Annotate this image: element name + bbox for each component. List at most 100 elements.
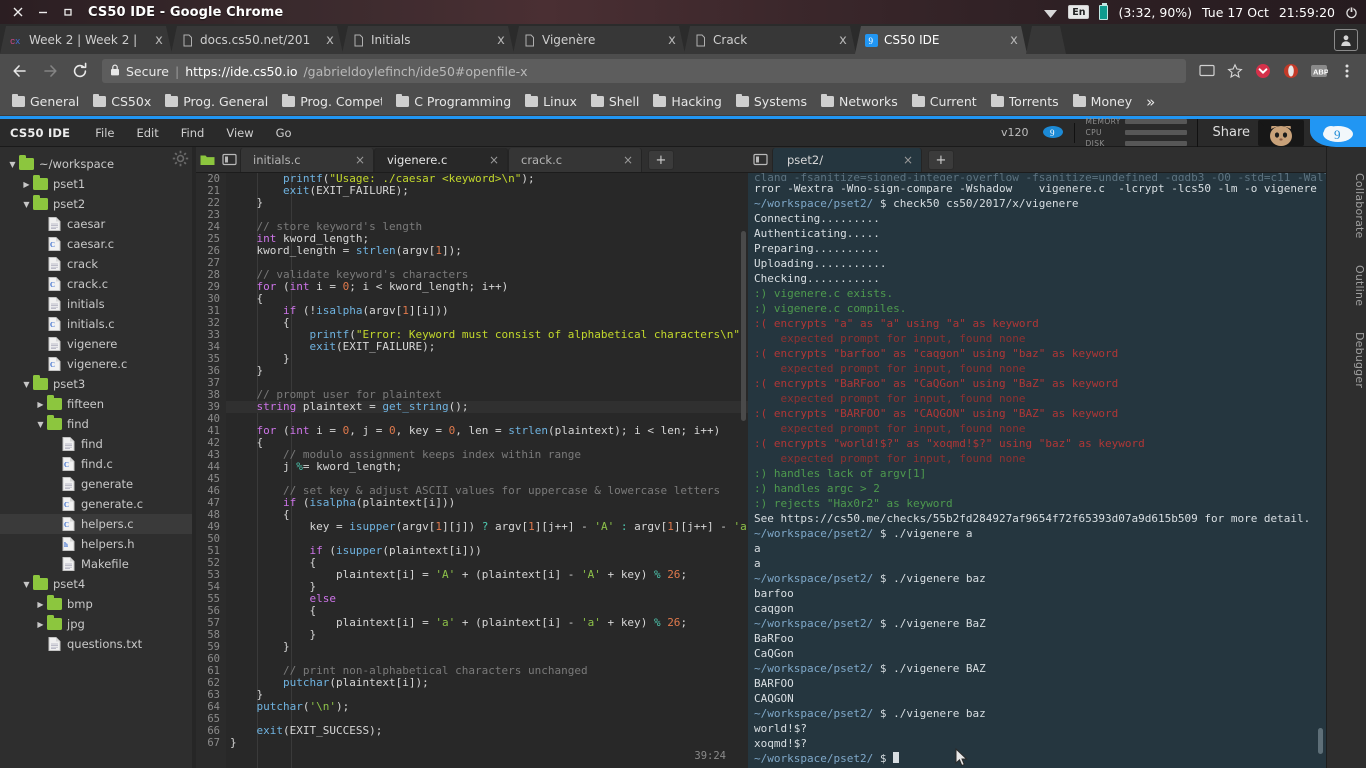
bookmark-item[interactable]: Hacking [647, 91, 728, 112]
browser-tab[interactable]: Initials x [342, 26, 514, 54]
file-tree-item[interactable]: caesar [0, 214, 196, 234]
profile-avatar-button[interactable] [1334, 29, 1358, 51]
bookmark-item[interactable]: Torrents [985, 91, 1065, 112]
power-icon[interactable] [1345, 6, 1358, 19]
file-tree-item[interactable]: Cfind.c [0, 454, 196, 474]
address-bar[interactable]: Secure | https://ide.cs50.io/gabrieldoyl… [102, 59, 1186, 83]
file-tree-item[interactable]: Ccaesar.c [0, 234, 196, 254]
bookmark-item[interactable]: Current [906, 91, 983, 112]
code-line[interactable]: string plaintext = get_string(); [226, 401, 748, 413]
code-line[interactable]: exit(EXIT_FAILURE); [226, 341, 748, 353]
chevron-right-icon[interactable]: ▶ [20, 180, 33, 189]
file-tree-item[interactable]: Cinitials.c [0, 314, 196, 334]
code-line[interactable]: } [226, 353, 748, 365]
bookmark-item[interactable]: C Programming [390, 91, 517, 112]
code-line[interactable]: if (isalpha(plaintext[i])) [226, 497, 748, 509]
file-tree-item[interactable]: Cgenerate.c [0, 494, 196, 514]
rail-item-collaborate[interactable]: Collaborate [1327, 161, 1366, 239]
menu-go[interactable]: Go [265, 122, 303, 144]
c9-cloud-badge-icon[interactable]: 9 [1310, 118, 1366, 147]
browser-tab-active[interactable]: 9 CS50 IDE x [855, 26, 1027, 54]
file-tree-item[interactable]: ▼ pset3 [0, 374, 196, 394]
code-line[interactable]: if (!isalpha(argv[1][i])) [226, 305, 748, 317]
file-tree-item[interactable]: ▼ pset4 [0, 574, 196, 594]
code-line[interactable]: kword_length = strlen(argv[1]); [226, 245, 748, 257]
maximize-window-icon[interactable] [62, 6, 74, 18]
bookmark-item[interactable]: Linux [519, 91, 583, 112]
editor-tab-crack-c[interactable]: crack.c × [508, 148, 642, 172]
code-line[interactable]: for (int i = 0; i < kword_length; i++) [226, 281, 748, 293]
language-indicator[interactable]: En [1068, 5, 1090, 19]
folder-icon[interactable] [196, 146, 218, 172]
file-tree-item[interactable]: Ccrack.c [0, 274, 196, 294]
bookmark-item[interactable]: Prog. Competiti [276, 91, 388, 112]
code-area[interactable]: 20 21 22 23 24 25 26 27 28 29 30 31 32 33 34 35 36 37 38 39… [196, 173, 748, 768]
editor-tab-vigenere-c[interactable]: vigenere.c × [374, 148, 508, 172]
browser-tab[interactable]: docs.cs50.net/201 x [171, 26, 343, 54]
browser-tab-close-icon[interactable]: x [1007, 34, 1021, 47]
browser-tab-close-icon[interactable]: x [836, 34, 850, 47]
terminal-new-tab-button[interactable]: + [928, 150, 954, 170]
star-icon[interactable] [1222, 58, 1248, 84]
file-tree-item[interactable]: ▼ pset2 [0, 194, 196, 214]
bookmark-item[interactable]: Shell [585, 91, 646, 112]
file-tree-item[interactable]: find [0, 434, 196, 454]
extension-pocket-icon[interactable] [1250, 58, 1276, 84]
cat-avatar-icon[interactable] [1258, 119, 1304, 146]
bookmark-item[interactable]: CS50x [87, 91, 157, 112]
minimize-window-icon[interactable] [37, 6, 49, 18]
browser-tab[interactable]: cx Week 2 | Week 2 | x [0, 26, 172, 54]
file-tree-item[interactable]: ▼ ~/workspace [0, 154, 196, 174]
terminal-scrollbar[interactable] [1318, 728, 1323, 754]
cast-icon[interactable] [1194, 58, 1220, 84]
share-button[interactable]: Share [1212, 125, 1250, 140]
file-tree-item[interactable]: generate [0, 474, 196, 494]
chevron-right-icon[interactable]: ▶ [34, 620, 47, 629]
file-tree-item[interactable]: initials [0, 294, 196, 314]
file-tree-item[interactable]: h helpers.h [0, 534, 196, 554]
file-tree-item[interactable]: crack [0, 254, 196, 274]
menu-file[interactable]: File [84, 122, 125, 144]
bookmarks-overflow-button[interactable]: » [1140, 93, 1161, 111]
close-window-icon[interactable] [12, 6, 24, 18]
code-line[interactable]: exit(EXIT_SUCCESS); [226, 725, 748, 737]
code-line[interactable]: } [226, 737, 748, 749]
file-tree-item[interactable]: ▶ bmp [0, 594, 196, 614]
chevron-right-icon[interactable]: ▶ [34, 600, 47, 609]
editor-tab-initials-c[interactable]: initials.c × [240, 148, 374, 172]
editor-tab-close-icon[interactable]: × [623, 153, 633, 167]
chrome-menu-icon[interactable] [1334, 58, 1360, 84]
code-line[interactable]: putchar(plaintext[i]); [226, 677, 748, 689]
code-line[interactable]: putchar('\n'); [226, 701, 748, 713]
share-group[interactable]: Share [1197, 118, 1310, 147]
chevron-down-icon[interactable]: ▼ [6, 160, 19, 169]
file-tree-item[interactable]: questions.txt [0, 634, 196, 654]
code-line[interactable]: exit(EXIT_FAILURE); [226, 185, 748, 197]
file-tree-item[interactable]: Chelpers.c [0, 514, 196, 534]
file-tree-item[interactable]: ▶ fifteen [0, 394, 196, 414]
code-line[interactable]: } [226, 197, 748, 209]
bookmark-item[interactable]: Systems [730, 91, 813, 112]
terminal-prompt-cursor[interactable]: ~/workspace/pset2/ $ [754, 751, 1326, 766]
menu-view[interactable]: View [215, 122, 264, 144]
chevron-down-icon[interactable]: ▼ [20, 200, 33, 209]
chevron-down-icon[interactable]: ▼ [34, 420, 47, 429]
terminal-tab[interactable]: pset2/ × [772, 148, 922, 172]
browser-tab-close-icon[interactable]: x [152, 34, 166, 47]
wifi-icon[interactable] [1043, 6, 1058, 19]
terminal-tab-close-icon[interactable]: × [903, 153, 913, 167]
gear-icon[interactable] [172, 150, 189, 167]
file-tree-item[interactable]: Cvigenere.c [0, 354, 196, 374]
file-tree-item[interactable]: ▼ find [0, 414, 196, 434]
code-line[interactable]: j %= kword_length; [226, 461, 748, 473]
battery-icon[interactable] [1099, 2, 1109, 20]
menu-find[interactable]: Find [170, 122, 216, 144]
bookmark-item[interactable]: General [6, 91, 85, 112]
file-tree[interactable]: ▼ ~/workspace ▶ pset1 ▼ pset2 caesar Ccaesar.c c… [0, 147, 196, 768]
chevron-down-icon[interactable]: ▼ [20, 380, 33, 389]
extension-abp-icon[interactable]: ABP [1306, 58, 1332, 84]
file-tree-item[interactable]: Makefile [0, 554, 196, 574]
code-lines[interactable]: printf("Usage: ./caesar <keyword>\n"); e… [226, 173, 748, 768]
editor-tab-close-icon[interactable]: × [355, 153, 365, 167]
editor-scrollbar[interactable] [741, 231, 746, 421]
